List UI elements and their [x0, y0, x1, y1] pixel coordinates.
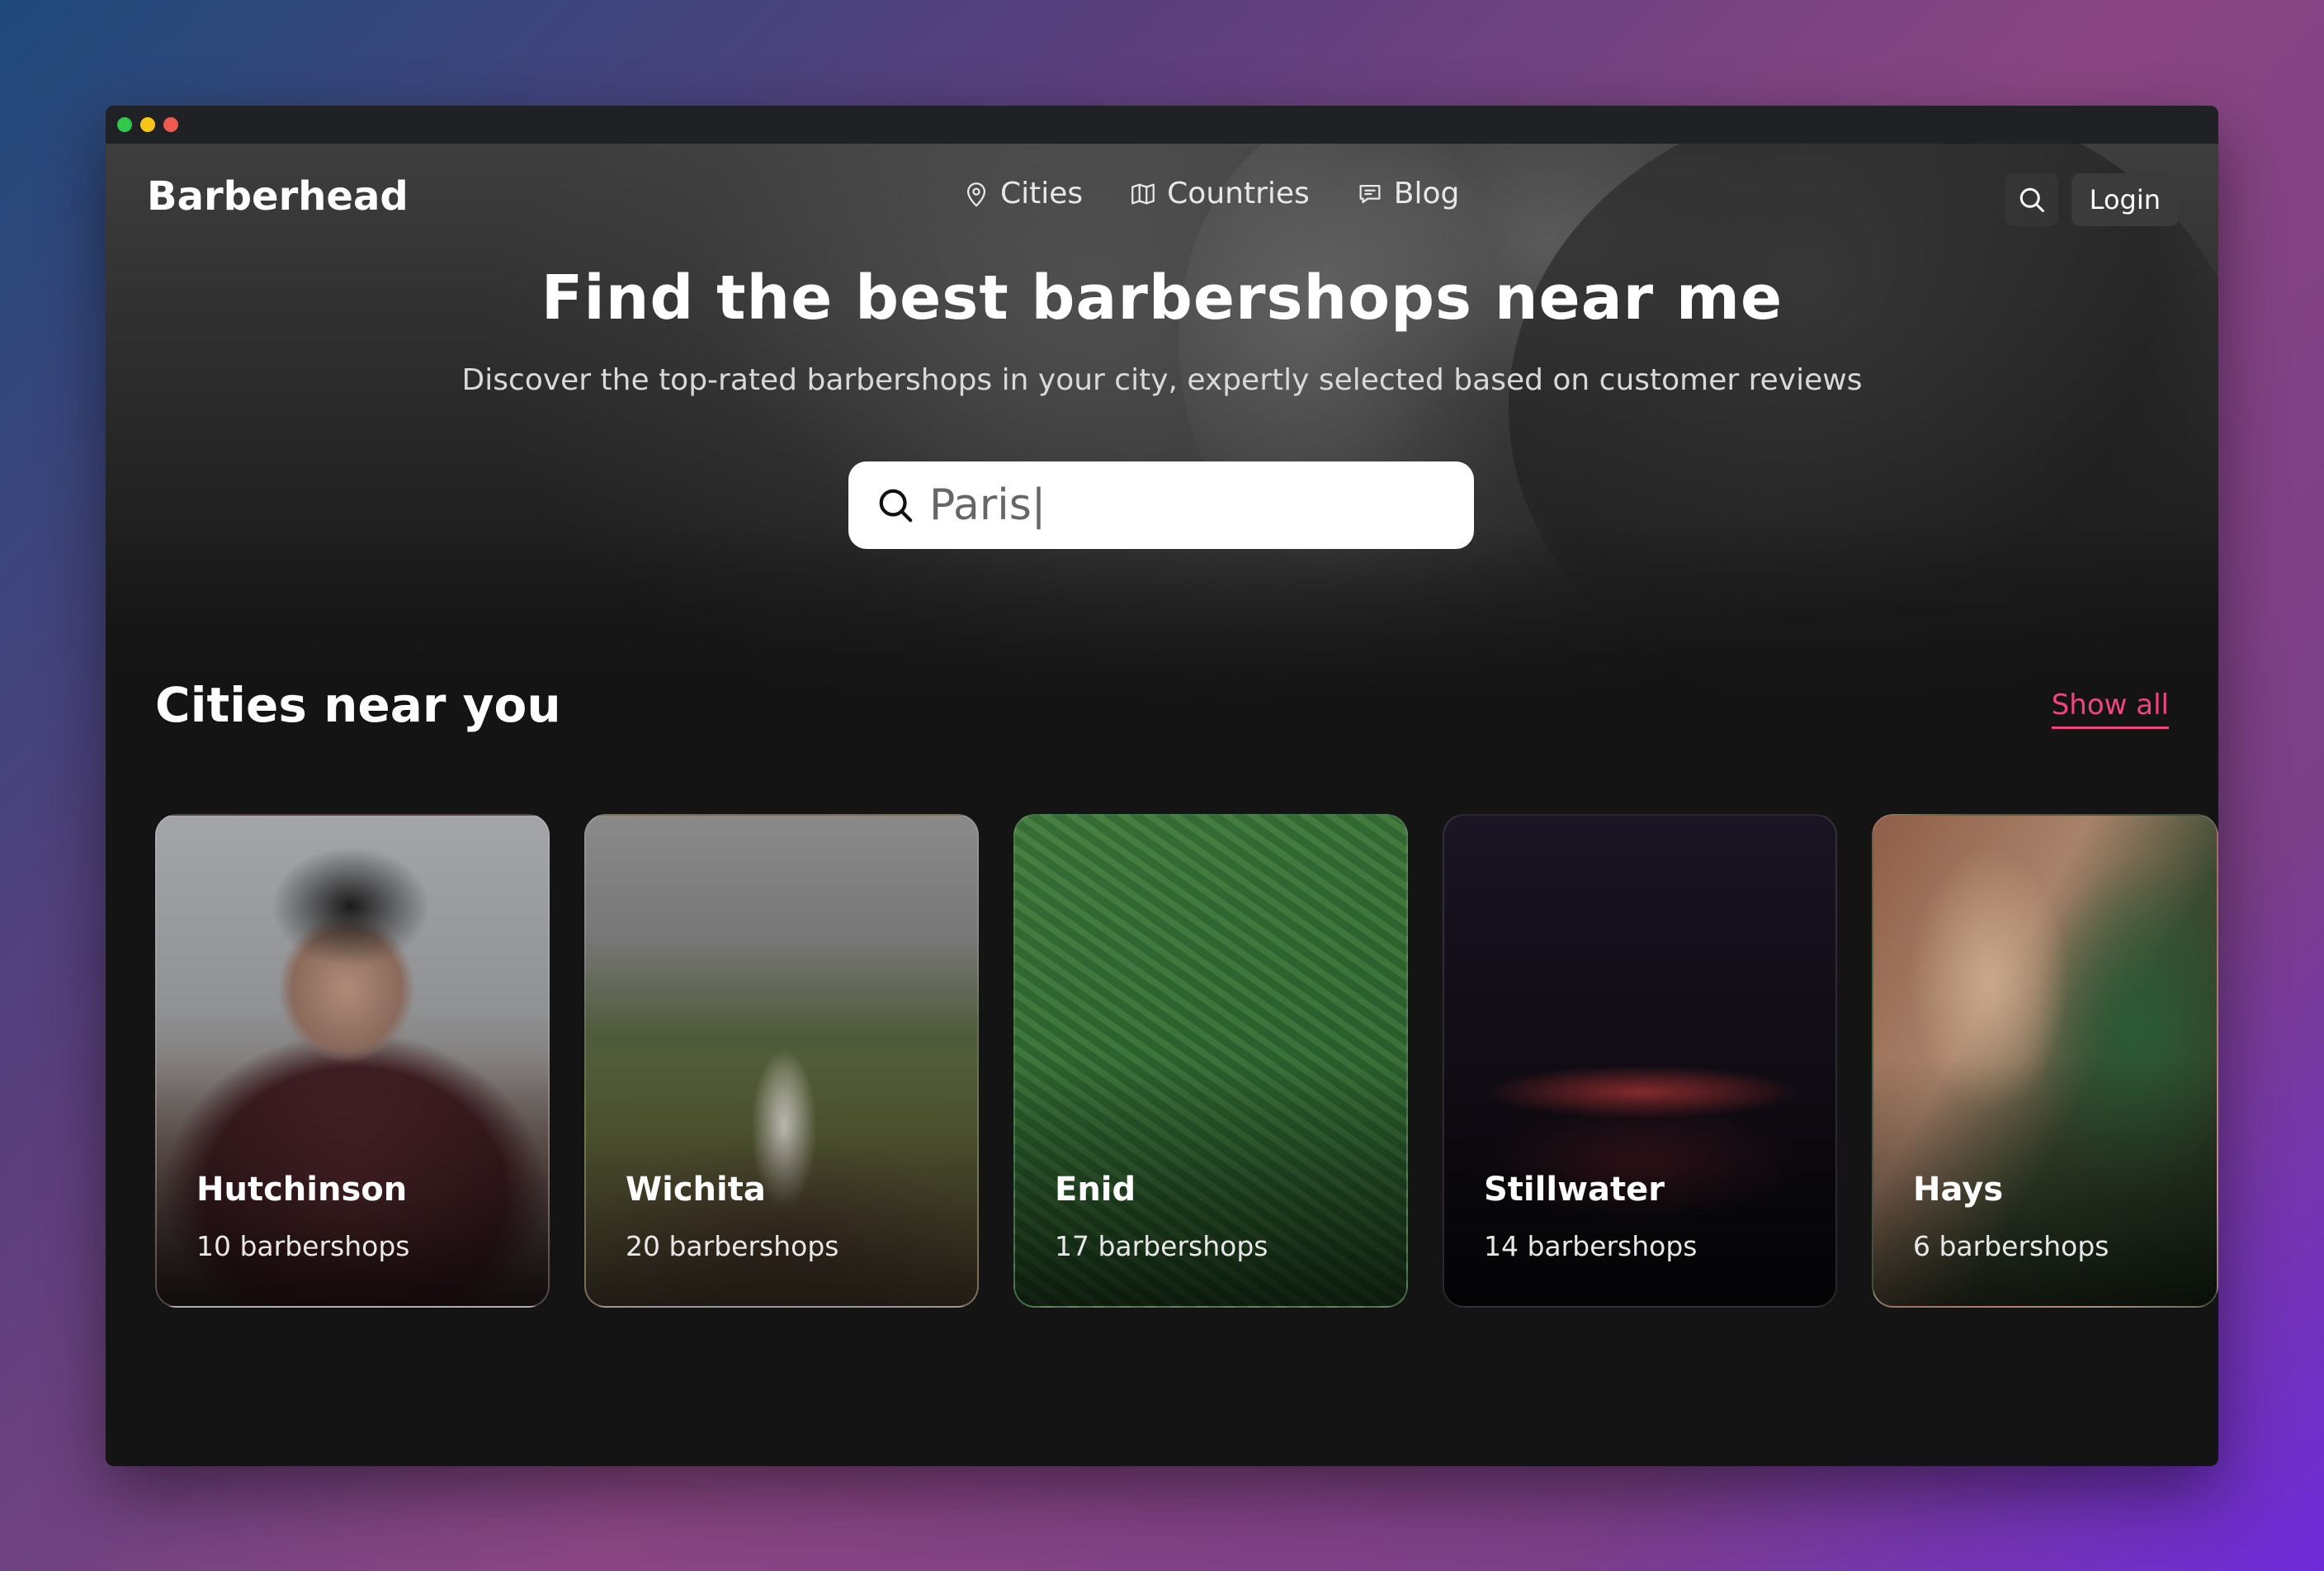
- window-maximize-button[interactable]: [117, 117, 132, 132]
- barbershop-count: 14 barbershops: [1484, 1230, 1698, 1262]
- barbershop-count: 6 barbershops: [1913, 1230, 2109, 1262]
- hero-title: Find the best barbershops near me: [541, 263, 1783, 334]
- barbershop-count: 20 barbershops: [626, 1230, 839, 1262]
- city-search-input[interactable]: [929, 480, 1424, 530]
- browser-window: Barberhead Cities Countries Blog Login F…: [106, 106, 2218, 1466]
- show-all-link[interactable]: Show all: [2051, 688, 2169, 729]
- nav-item-label: Countries: [1167, 177, 1310, 211]
- nav-item-countries[interactable]: Countries: [1129, 177, 1310, 211]
- city-card-hutchinson[interactable]: Hutchinson 10 barbershops: [155, 814, 550, 1308]
- city-card-hays[interactable]: Hays 6 barbershops: [1872, 814, 2218, 1308]
- hero-subtitle: Discover the top-rated barbershops in yo…: [461, 363, 1863, 397]
- barbershop-count: 10 barbershops: [196, 1230, 410, 1262]
- nav-actions: Login: [2005, 173, 2179, 226]
- top-navigation: Barberhead Cities Countries Blog Login: [106, 144, 2218, 255]
- city-name: Stillwater: [1484, 1171, 1665, 1209]
- nav-item-label: Blog: [1393, 177, 1460, 211]
- section-title: Cities near you: [155, 677, 561, 733]
- nav-item-label: Cities: [1000, 177, 1084, 211]
- brand-logo[interactable]: Barberhead: [147, 173, 409, 220]
- city-name: Wichita: [626, 1171, 766, 1209]
- chat-icon: [1359, 184, 1381, 203]
- search-icon: [879, 489, 913, 523]
- city-card-enid[interactable]: Enid 17 barbershops: [1013, 814, 1408, 1308]
- window-minimize-button[interactable]: [140, 117, 155, 132]
- login-button[interactable]: Login: [2071, 173, 2179, 226]
- nav-item-blog[interactable]: Blog: [1356, 177, 1460, 211]
- city-name: Hays: [1913, 1171, 2004, 1209]
- map-pin-icon: [966, 182, 986, 206]
- barbershop-count: 17 barbershops: [1055, 1230, 1268, 1262]
- city-cards-list: Hutchinson 10 barbershops Wichita 20 bar…: [155, 814, 2218, 1308]
- nav-item-cities[interactable]: Cities: [962, 177, 1083, 211]
- city-search-box[interactable]: [848, 461, 1474, 549]
- search-icon: [2019, 187, 2044, 212]
- city-name: Enid: [1055, 1171, 1136, 1209]
- map-icon: [1131, 183, 1155, 204]
- window-close-button[interactable]: [163, 117, 178, 132]
- city-card-wichita[interactable]: Wichita 20 barbershops: [584, 814, 979, 1308]
- window-titlebar: [106, 106, 2218, 144]
- city-name: Hutchinson: [196, 1171, 408, 1209]
- city-card-stillwater[interactable]: Stillwater 14 barbershops: [1443, 814, 1837, 1308]
- search-button[interactable]: [2005, 173, 2058, 226]
- nav-menu: Cities Countries Blog: [962, 177, 1459, 211]
